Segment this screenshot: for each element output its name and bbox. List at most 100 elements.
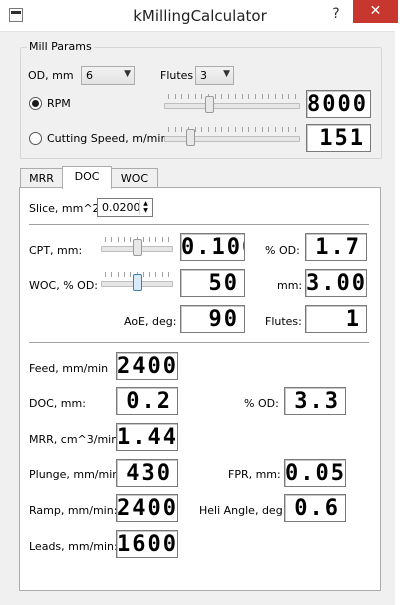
slider-tick — [255, 127, 256, 132]
woc-slider[interactable] — [101, 270, 173, 296]
flutes-combo[interactable]: 3 ▼ — [195, 66, 234, 85]
plunge-display: 430 — [116, 459, 178, 487]
slider-tick — [111, 272, 112, 277]
slider-tick — [168, 94, 169, 99]
slider-tick — [162, 237, 163, 242]
slider-tick — [275, 94, 276, 99]
mrr-label: MRR, cm^3/min — [29, 433, 119, 446]
flutes-label: Flutes — [160, 69, 194, 82]
slider-tick — [248, 94, 249, 99]
rpm-radio[interactable] — [29, 97, 42, 110]
slider-tick — [221, 127, 222, 132]
mill-params-label: Mill Params — [27, 40, 94, 53]
cpt-pct-od-display: 1.7 — [305, 233, 367, 261]
doc-display: 0.2 — [116, 387, 178, 415]
plunge-label: Plunge, mm/min: — [29, 468, 123, 481]
cutting-speed-radio[interactable] — [29, 132, 42, 145]
cutting-speed-slider[interactable] — [164, 125, 300, 151]
woc-mm-display: 3.00 — [305, 269, 367, 297]
slider-tick — [242, 127, 243, 132]
close-button[interactable]: ✕ — [353, 0, 398, 23]
mrr-display: 1.44 — [116, 423, 178, 451]
slider-tick — [195, 94, 196, 99]
slider-tick — [242, 94, 243, 99]
slider-tick — [288, 127, 289, 132]
slider-tick — [162, 272, 163, 277]
od-value: 6 — [86, 69, 93, 82]
spin-arrows-icon[interactable]: ▲ ▼ — [139, 200, 151, 215]
slider-handle[interactable] — [186, 129, 195, 146]
slider-tick — [215, 94, 216, 99]
aoe-display: 90 — [180, 305, 245, 333]
leads-label: Leads, mm/min: — [29, 540, 118, 553]
heli-angle-label: Heli Angle, deg: — [199, 504, 287, 517]
rpm-slider[interactable] — [164, 92, 300, 118]
slider-tick — [118, 272, 119, 277]
slider-tick — [262, 127, 263, 132]
slider-tick — [181, 127, 182, 132]
slider-tick — [105, 237, 106, 242]
cpt-display: 0.100 — [180, 233, 245, 261]
slider-tick — [118, 237, 119, 242]
ramp-label: Ramp, mm/min: — [29, 504, 118, 517]
slider-tick — [124, 237, 125, 242]
slider-groove — [164, 136, 300, 142]
cutting-speed-label: Cutting Speed, m/min — [47, 132, 168, 145]
slider-handle[interactable] — [133, 274, 142, 291]
fpr-display: 0.05 — [284, 459, 346, 487]
slider-tick — [235, 127, 236, 132]
aoe-label: AoE, deg: — [124, 315, 177, 328]
tab-woc[interactable]: WOC — [111, 168, 158, 189]
help-button[interactable]: ? — [326, 3, 346, 25]
slider-handle[interactable] — [205, 96, 214, 113]
feed-label: Feed, mm/min — [29, 362, 109, 375]
slider-tick — [228, 127, 229, 132]
ramp-display: 2400 — [116, 494, 178, 522]
slider-groove — [164, 103, 300, 109]
cpt-label: CPT, mm: — [29, 244, 83, 257]
slider-tick — [168, 272, 169, 277]
od-combo[interactable]: 6 ▼ — [81, 66, 135, 85]
slider-tick — [143, 272, 144, 277]
slider-tick — [168, 127, 169, 132]
slider-tick — [282, 94, 283, 99]
woc-mm-label: mm: — [277, 279, 303, 292]
slider-tick — [175, 127, 176, 132]
slider-tick — [295, 94, 296, 99]
slider-tick — [248, 127, 249, 132]
rpm-label: RPM — [47, 97, 71, 110]
slider-tick — [268, 127, 269, 132]
slider-tick — [195, 127, 196, 132]
doc-pct-od-label: % OD: — [244, 397, 279, 410]
slider-tick — [228, 94, 229, 99]
window-edge — [395, 31, 400, 605]
slice-spinbox[interactable]: 0.0200 ▲ ▼ — [97, 198, 153, 217]
flutes-value: 3 — [200, 69, 207, 82]
slider-tick — [124, 272, 125, 277]
tab-doc[interactable]: DOC — [62, 166, 112, 189]
doc-label: DOC, mm: — [29, 397, 86, 410]
slider-tick — [155, 272, 156, 277]
slider-tick — [295, 127, 296, 132]
cpt-slider[interactable] — [101, 235, 173, 261]
feed-display: 2400 — [116, 352, 178, 380]
slider-tick — [268, 94, 269, 99]
chevron-down-icon: ▼ — [124, 69, 131, 79]
tab-mrr[interactable]: MRR — [20, 168, 63, 189]
slider-tick — [149, 237, 150, 242]
slider-tick — [181, 94, 182, 99]
chevron-down-icon: ▼ — [223, 69, 230, 79]
flutes-out-display: 1 — [305, 305, 367, 333]
heli-angle-display: 0.6 — [284, 494, 346, 522]
flutes-out-label: Flutes: — [265, 315, 302, 328]
od-label: OD, mm — [28, 69, 74, 82]
slider-tick — [168, 237, 169, 242]
slider-tick — [175, 94, 176, 99]
slider-tick — [155, 237, 156, 242]
slider-tick — [130, 237, 131, 242]
woc-display: 50 — [180, 269, 245, 297]
slider-handle[interactable] — [133, 239, 142, 256]
separator — [29, 342, 369, 343]
slider-tick — [105, 272, 106, 277]
slider-tick — [188, 94, 189, 99]
